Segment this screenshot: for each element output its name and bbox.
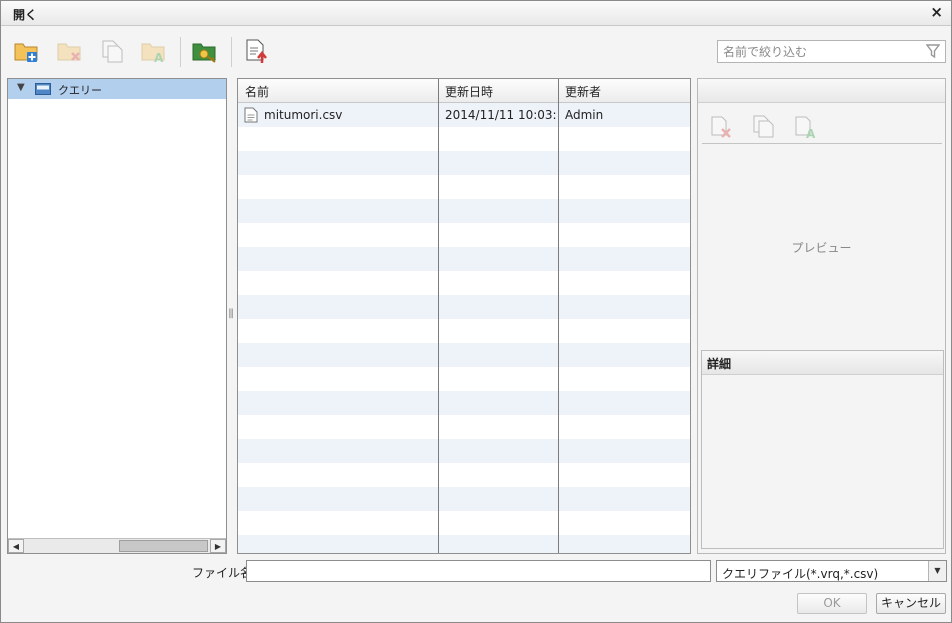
svg-text:A: A — [806, 127, 816, 140]
dialog-titlebar: 開く × — [1, 1, 951, 26]
file-list: 名前 更新日時 更新者 mitumori.csv 2014/11/11 10:0… — [237, 78, 691, 554]
column-header-updated-by[interactable]: 更新者 — [565, 83, 601, 100]
file-name-label: ファイル名 — [192, 566, 253, 580]
table-row[interactable]: mitumori.csv 2014/11/11 10:03:2 Admin — [238, 103, 690, 127]
details-header: 詳細 — [702, 351, 943, 375]
cancel-button[interactable]: キャンセル — [876, 593, 946, 614]
new-folder-icon — [14, 43, 38, 62]
svg-text:A: A — [154, 51, 164, 64]
details-title: 詳細 — [707, 357, 732, 371]
horizontal-scrollbar[interactable]: ◀ ▶ — [8, 538, 226, 553]
filter-box — [717, 40, 946, 63]
copy-icon — [102, 40, 123, 63]
open-dialog: 開く × A 名前で絞り込む ▼ クエリー ◀ ▶ ||| 名前 更新日時 更新… — [0, 0, 952, 623]
file-updated-cell: 2014/11/11 10:03:2 — [445, 108, 557, 122]
side-divider — [702, 143, 942, 144]
side-rename-button[interactable]: A — [793, 114, 819, 141]
file-updated-by-cell: Admin — [565, 108, 604, 122]
expand-arrow-icon[interactable]: ▼ — [17, 82, 25, 93]
rename-icon: A — [141, 43, 165, 65]
chevron-down-icon[interactable]: ▼ — [928, 561, 946, 581]
folder-tree: ▼ クエリー ◀ ▶ — [7, 78, 227, 554]
ok-button[interactable]: OK — [797, 593, 867, 614]
funnel-icon[interactable] — [926, 44, 940, 59]
export-document-icon — [246, 39, 267, 63]
side-copy-button[interactable] — [751, 114, 777, 140]
splitter-handle[interactable]: ||| — [228, 308, 234, 319]
preview-label: プレビュー — [791, 241, 852, 255]
copy-button[interactable] — [98, 38, 128, 68]
scroll-right-icon[interactable]: ▶ — [210, 539, 226, 553]
permission-key-icon — [192, 43, 216, 63]
delete-folder-button[interactable] — [56, 38, 86, 68]
side-panel: A プレビュー 詳細 — [697, 78, 946, 554]
file-list-body — [238, 103, 690, 553]
delete-folder-icon — [57, 43, 81, 61]
export-button[interactable] — [243, 38, 273, 68]
column-header-name[interactable]: 名前 — [245, 83, 269, 100]
document-icon — [244, 107, 258, 123]
folder-icon — [35, 83, 51, 95]
details-pane: 詳細 — [701, 350, 944, 549]
tree-item-label: クエリー — [58, 84, 102, 97]
file-name-cell: mitumori.csv — [264, 108, 343, 122]
rename-button[interactable]: A — [140, 38, 170, 68]
scrollbar-thumb[interactable] — [119, 540, 208, 552]
column-divider — [438, 79, 439, 553]
close-icon[interactable]: × — [930, 4, 943, 20]
column-divider — [558, 79, 559, 553]
permission-button[interactable] — [191, 38, 221, 68]
file-type-select[interactable]: クエリファイル(*.vrq,*.csv) ▼ — [716, 560, 947, 582]
column-header-updated[interactable]: 更新日時 — [445, 83, 493, 100]
filter-input[interactable] — [718, 41, 923, 62]
toolbar-separator — [231, 37, 232, 67]
file-list-header: 名前 更新日時 更新者 — [238, 79, 690, 103]
new-folder-button[interactable] — [13, 38, 43, 68]
scroll-left-icon[interactable]: ◀ — [8, 539, 24, 553]
side-panel-header — [698, 79, 945, 103]
rename-icon: A — [795, 116, 816, 141]
side-delete-button[interactable] — [709, 114, 735, 140]
toolbar-separator — [180, 37, 181, 67]
dialog-title: 開く — [13, 8, 38, 22]
delete-icon — [711, 116, 731, 138]
file-name-input[interactable] — [246, 560, 711, 582]
copy-icon — [753, 115, 774, 138]
tree-item-query[interactable]: ▼ クエリー — [8, 79, 226, 99]
file-type-value: クエリファイル(*.vrq,*.csv) — [722, 567, 879, 581]
